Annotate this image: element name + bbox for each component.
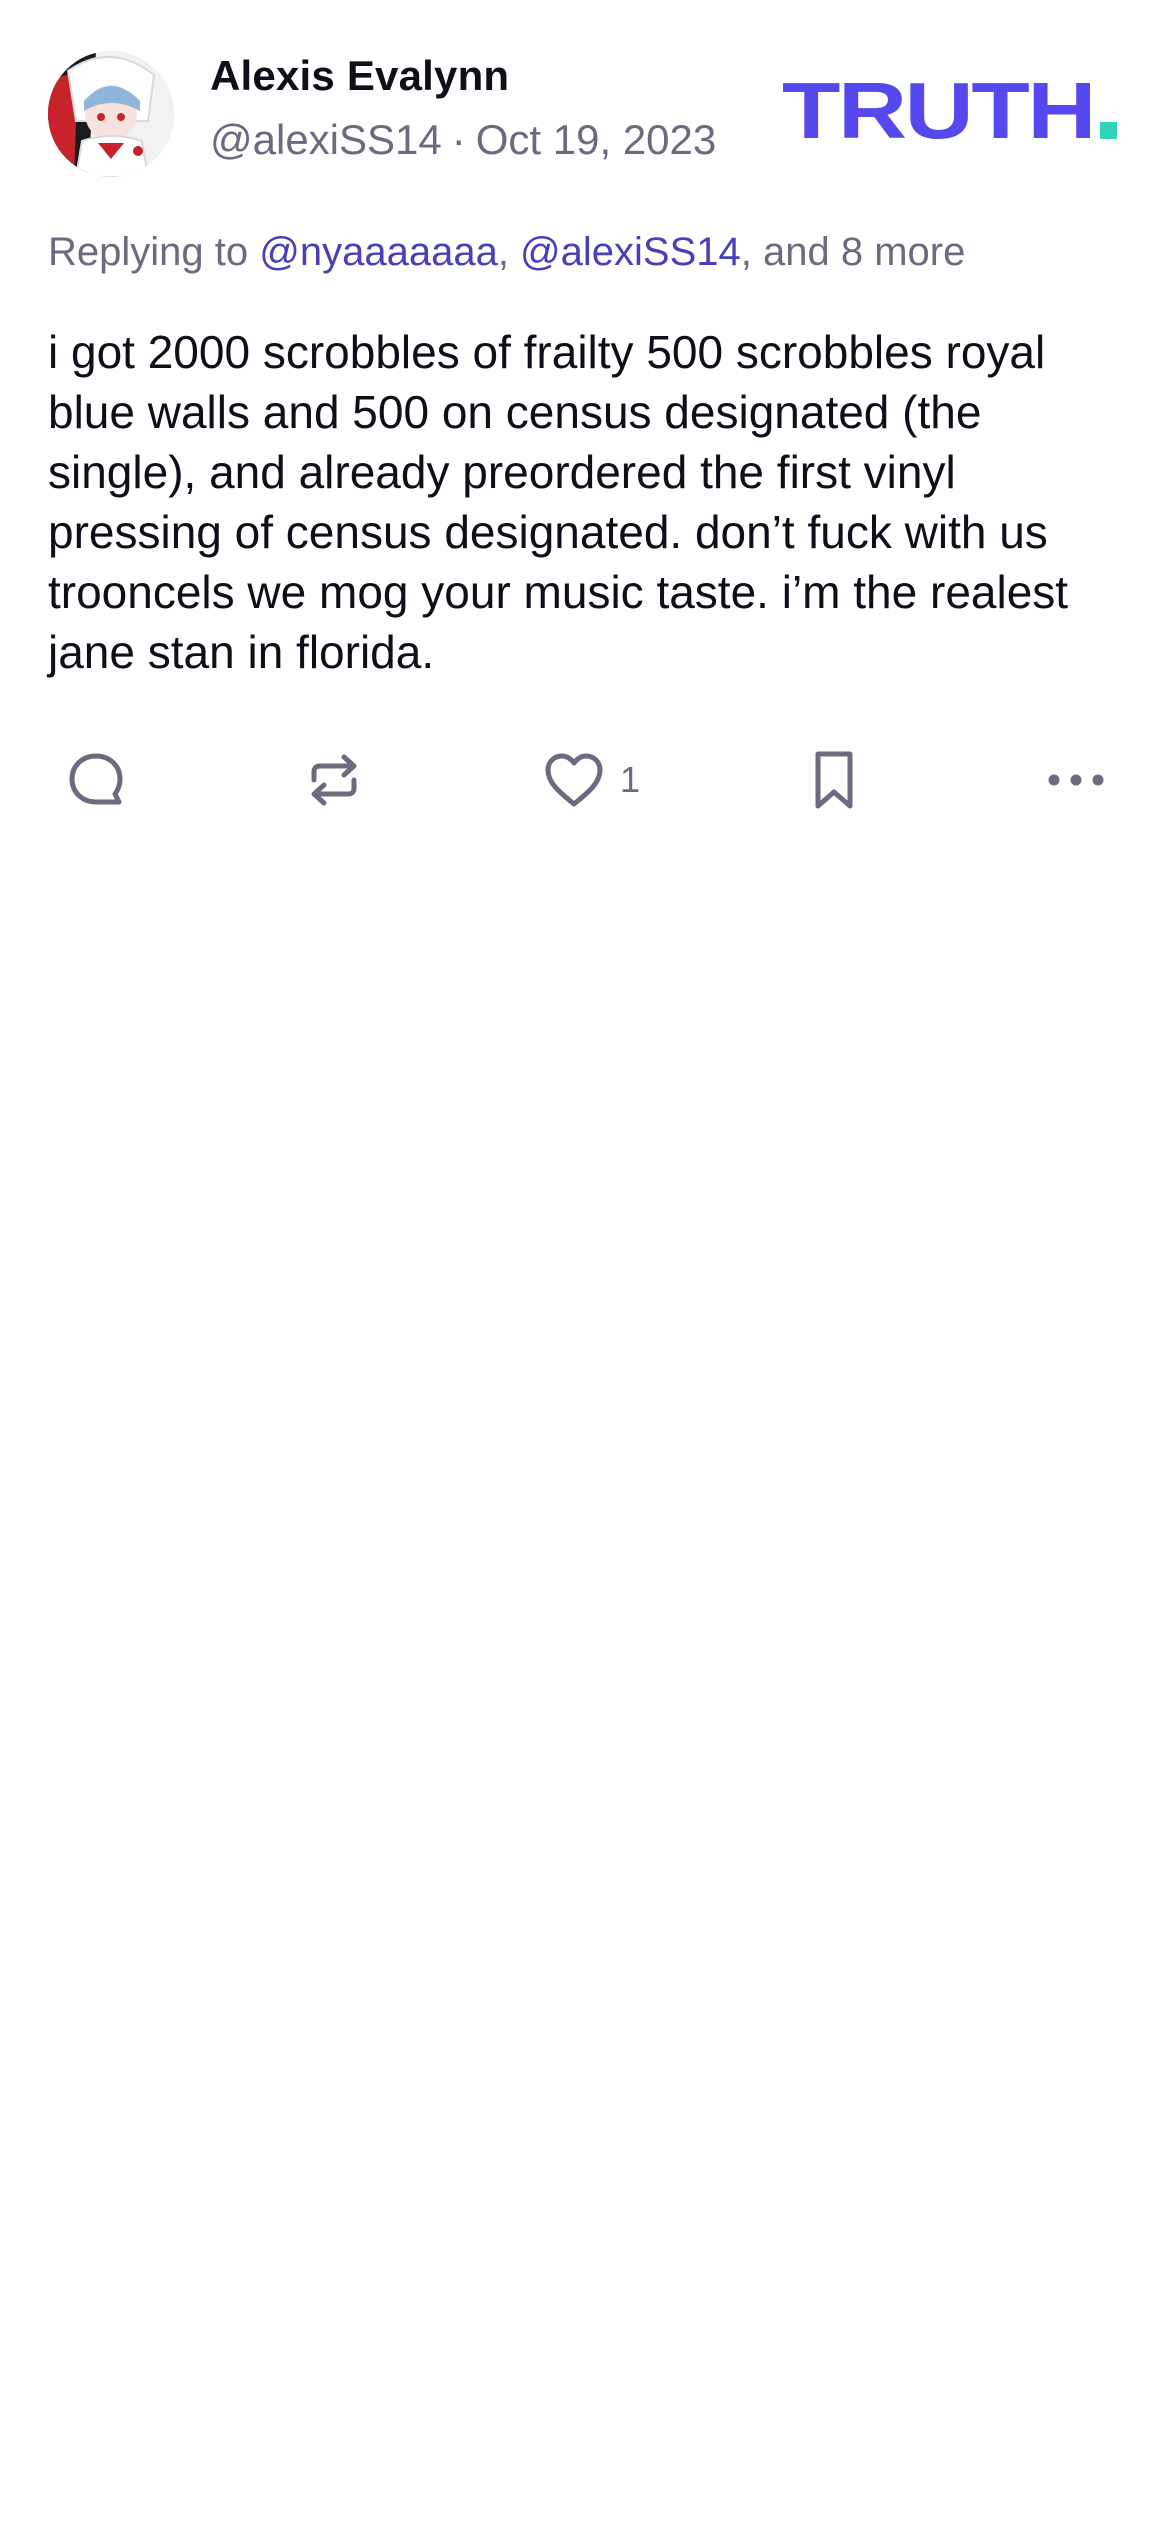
author-handle[interactable]: @alexiSS14	[210, 116, 442, 163]
bookmark-icon	[815, 751, 853, 809]
replying-to-label: Replying to	[48, 230, 260, 274]
more-button[interactable]	[1044, 740, 1108, 820]
post-body: i got 2000 scrobbles of frailty 500 scro…	[48, 326, 1069, 678]
heart-icon	[545, 753, 603, 807]
replying-to: Replying to @nyaaaaaaa, @alexiSS14, and …	[48, 230, 965, 275]
meta-separator: ·	[451, 116, 466, 163]
truth-logo: TRUTH	[782, 66, 1122, 155]
mention-link[interactable]: @nyaaaaaaa	[259, 230, 498, 274]
mention-separator: ,	[497, 230, 521, 274]
truth-logo-dot	[1100, 122, 1117, 139]
replying-to-more[interactable]: , and 8 more	[741, 230, 966, 274]
comment-icon	[69, 753, 123, 805]
like-count: 1	[620, 759, 641, 800]
mention-link[interactable]: @alexiSS14	[520, 230, 741, 274]
avatar[interactable]	[48, 51, 174, 177]
bookmark-button[interactable]	[804, 740, 864, 820]
reply-button[interactable]	[66, 740, 126, 820]
author-display-name[interactable]: Alexis Evalynn	[210, 52, 509, 100]
like-button[interactable]: 1	[542, 740, 640, 820]
repost-button[interactable]	[304, 740, 364, 820]
author-meta: @alexiSS14 · Oct 19, 2023	[210, 116, 716, 164]
avatar-image	[48, 51, 174, 177]
post-date[interactable]: Oct 19, 2023	[476, 116, 717, 163]
post-actions: 1	[48, 740, 1122, 820]
repost-icon	[311, 754, 357, 806]
truth-logo-icon: TRUTH	[782, 66, 1117, 155]
post-header: Alexis Evalynn @alexiSS14 · Oct 19, 2023 T…	[48, 48, 1122, 178]
more-icon	[1048, 774, 1104, 786]
truth-logo-text: TRUTH	[782, 72, 1094, 152]
